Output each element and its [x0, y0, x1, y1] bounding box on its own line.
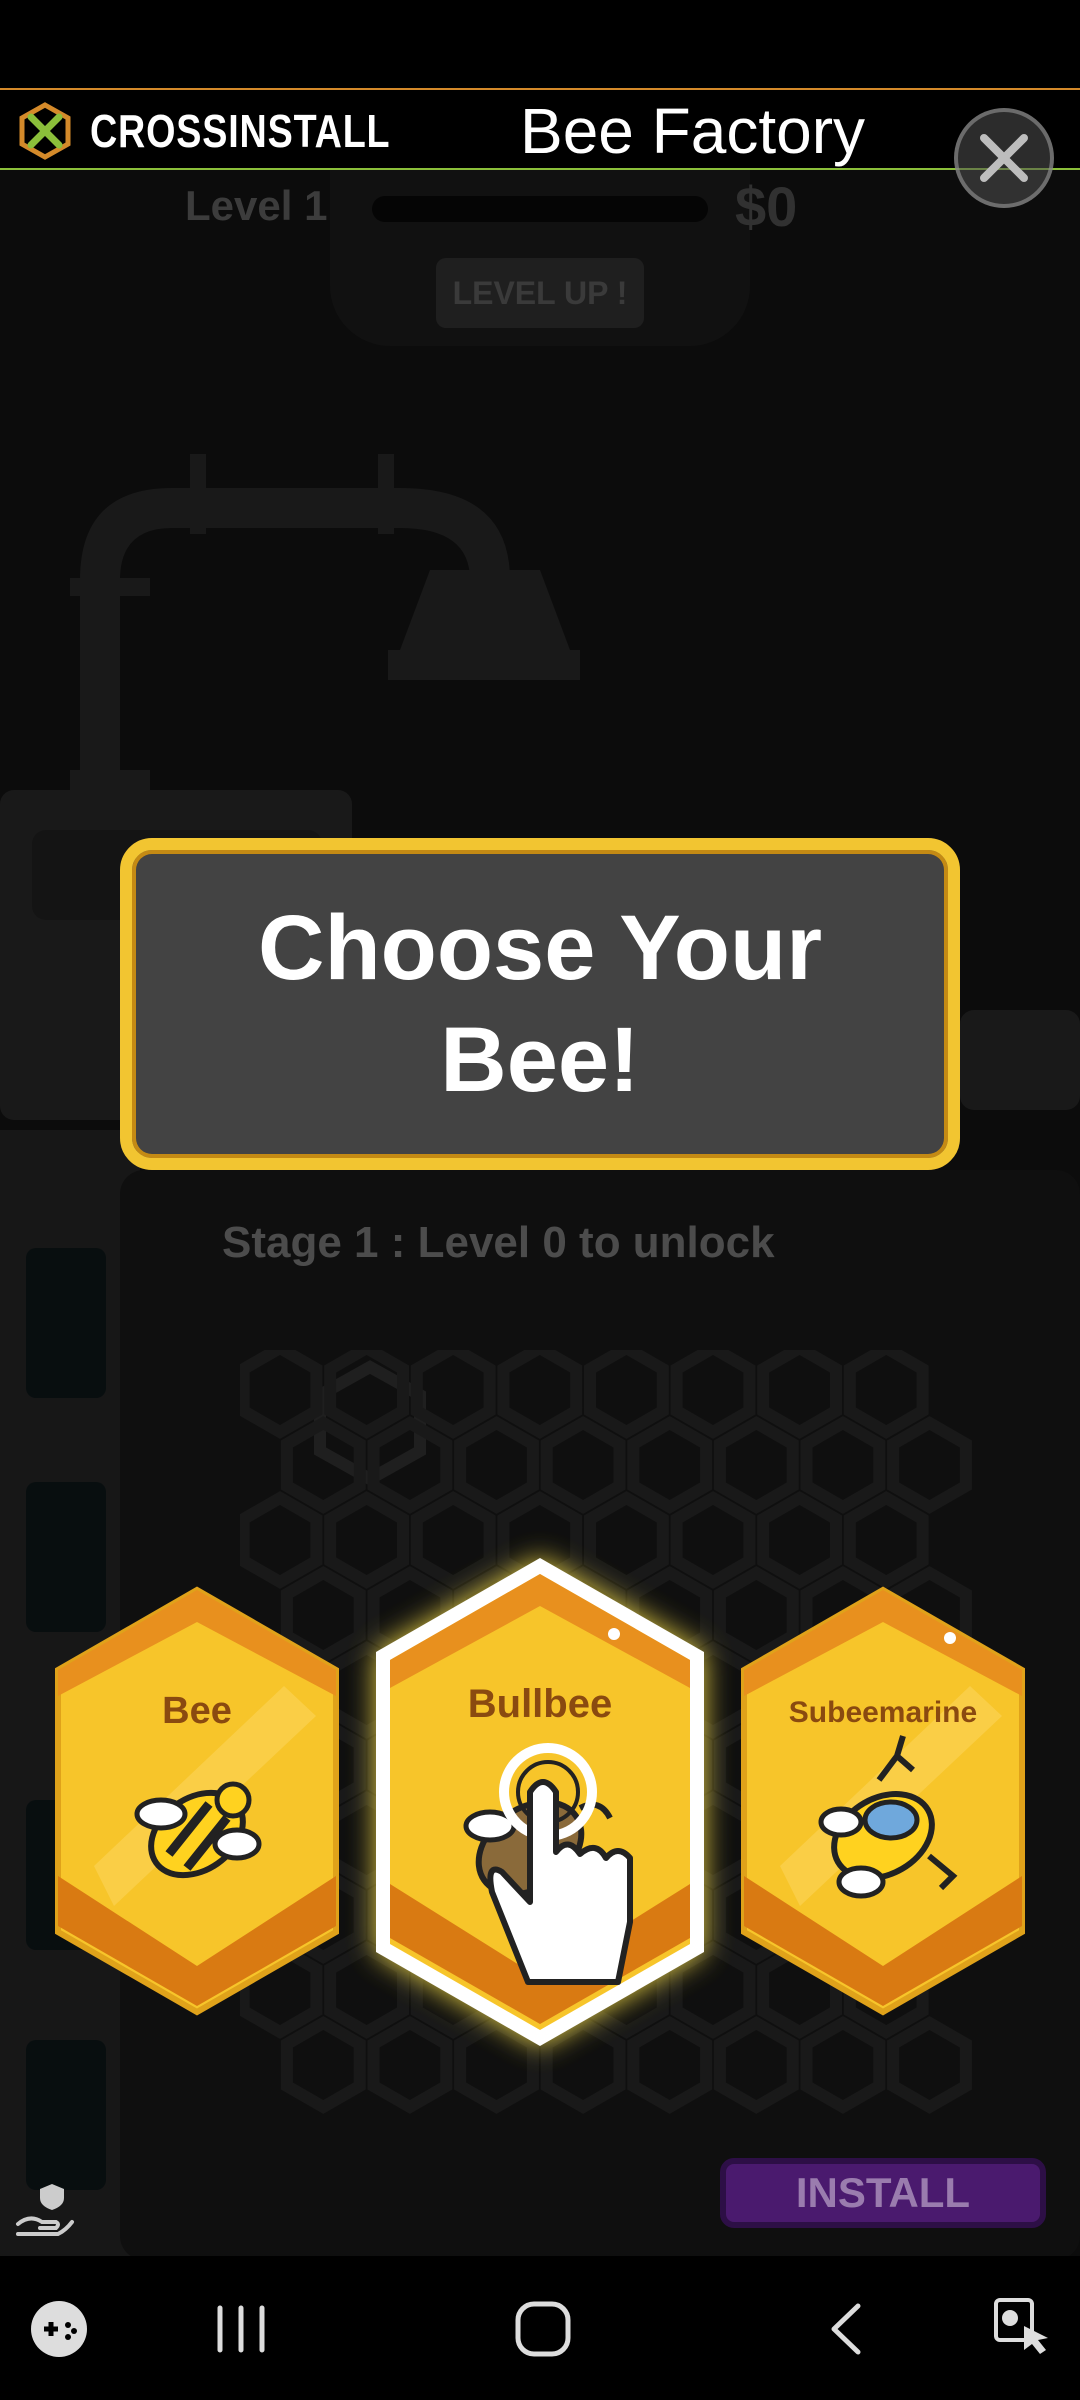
brand-name: CROSSINSTALL [90, 105, 391, 157]
home-icon[interactable] [514, 2300, 572, 2358]
install-button[interactable]: INSTALL [720, 2158, 1046, 2228]
keyboard-icon[interactable] [992, 2296, 1052, 2358]
choose-bee-dialog: Choose Your Bee! [120, 838, 960, 1170]
back-icon[interactable] [826, 2300, 866, 2358]
bee-card-bee[interactable]: Bee [54, 1586, 340, 2016]
dialog-title: Choose Your Bee! [258, 897, 822, 1111]
crossinstall-logo-icon [19, 102, 71, 160]
ad-header: CROSSINSTALL Bee Factory [0, 88, 1080, 170]
bee-card-bullbee[interactable]: Bullbee [370, 1552, 710, 2052]
close-ad-button[interactable] [954, 108, 1054, 208]
bee-name: Subeemarine [788, 1696, 978, 1729]
recent-apps-icon[interactable] [214, 2304, 268, 2354]
bee-name: Bullbee [467, 1682, 613, 1726]
close-icon [980, 134, 1028, 182]
stage-unlock-text: Stage 1 : Level 0 to unlock [222, 1218, 775, 1267]
bee-card-subeemarine[interactable]: Subeemarine [740, 1586, 1026, 2016]
ad-privacy-icon[interactable] [12, 2180, 76, 2244]
bee-name: Bee [162, 1690, 232, 1732]
ad-title: Bee Factory [520, 95, 866, 167]
game-launcher-icon[interactable] [28, 2298, 90, 2360]
system-nav-bar [0, 2256, 1080, 2400]
status-bar [0, 0, 1080, 88]
screen: CROSSINSTALL Bee Factory Level 1 $0 LEVE… [0, 0, 1080, 2400]
